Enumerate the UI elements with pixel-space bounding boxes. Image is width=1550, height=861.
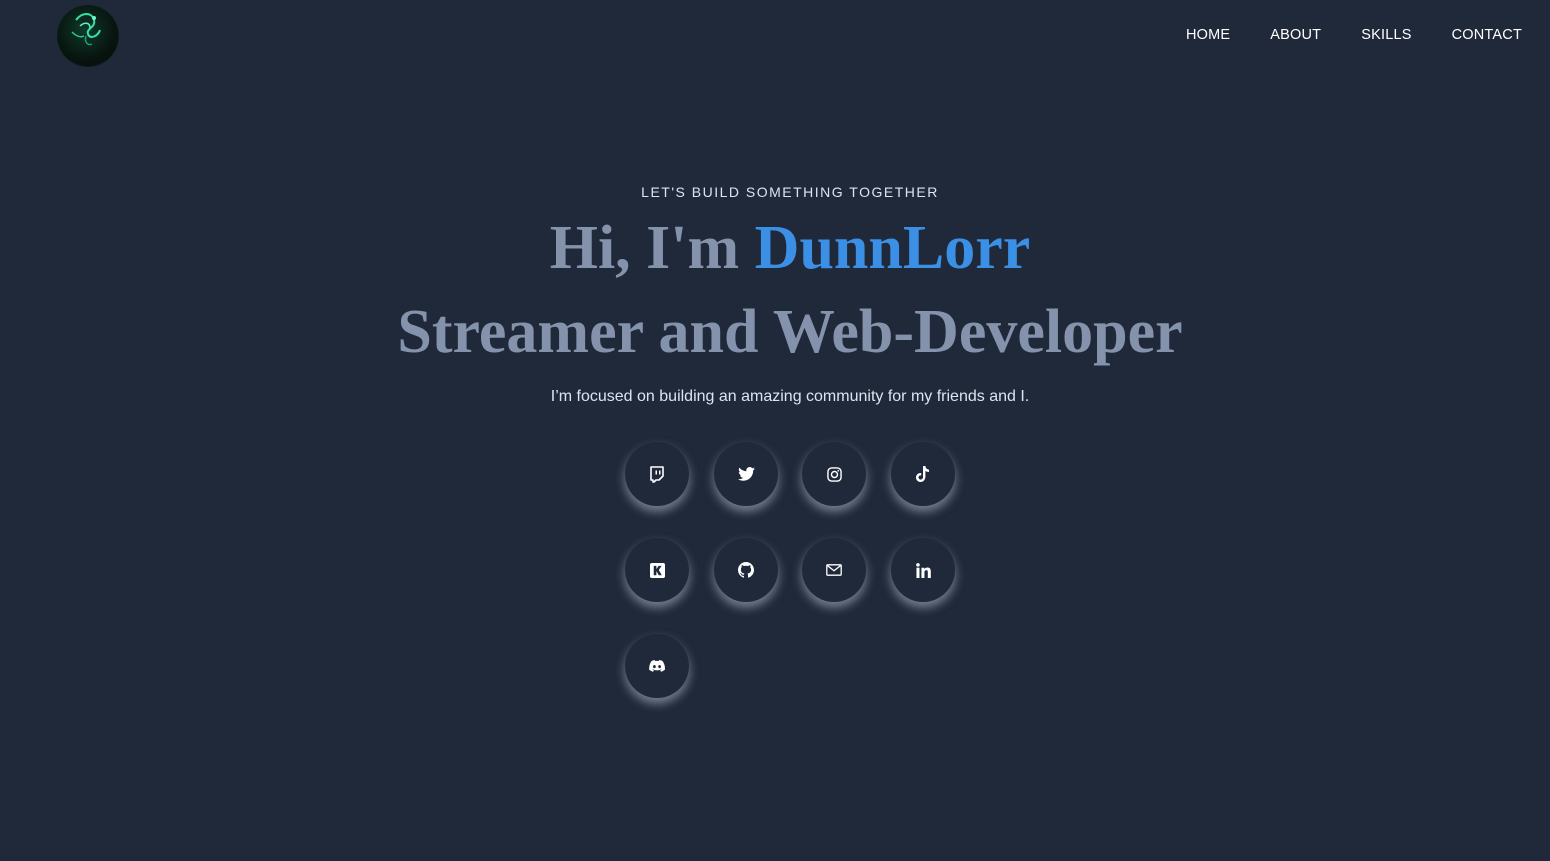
twitch-icon <box>650 465 664 483</box>
email-icon <box>826 564 842 576</box>
logo-icon[interactable] <box>58 6 118 66</box>
hero-tagline: LET'S BUILD SOMETHING TOGETHER <box>641 184 939 200</box>
instagram-icon <box>826 466 842 482</box>
kick-link[interactable] <box>625 538 689 602</box>
hero-name: DunnLorr <box>754 214 1031 282</box>
instagram-link[interactable] <box>802 442 866 506</box>
linkedin-link[interactable] <box>891 538 955 602</box>
hero-greeting: Hi, I'm <box>549 214 755 282</box>
nav-contact-link[interactable]: CONTACT <box>1452 27 1522 43</box>
tiktok-link[interactable] <box>891 442 955 506</box>
nav-skills-link[interactable]: SKILLS <box>1361 27 1411 43</box>
kick-icon <box>649 562 665 578</box>
hero-subtitle: Streamer and Web-Developer <box>397 298 1183 366</box>
hero-headline: Hi, I'm DunnLorr <box>0 212 1550 284</box>
email-link[interactable] <box>802 538 866 602</box>
main-nav: HOME ABOUT SKILLS CONTACT <box>1186 27 1522 43</box>
github-icon <box>738 562 754 578</box>
twitch-link[interactable] <box>625 442 689 506</box>
github-link[interactable] <box>714 538 778 602</box>
site-header: HOME ABOUT SKILLS CONTACT <box>0 0 1550 72</box>
nav-home-link[interactable]: HOME <box>1186 27 1230 43</box>
twitter-icon <box>737 467 755 481</box>
twitter-link[interactable] <box>714 442 778 506</box>
nav-about-link[interactable]: ABOUT <box>1270 27 1321 43</box>
discord-link[interactable] <box>625 634 689 698</box>
tiktok-icon <box>916 466 929 482</box>
linkedin-icon <box>915 562 931 578</box>
discord-icon <box>649 660 665 672</box>
hero-description: I’m focused on building an amazing commu… <box>550 388 1030 405</box>
